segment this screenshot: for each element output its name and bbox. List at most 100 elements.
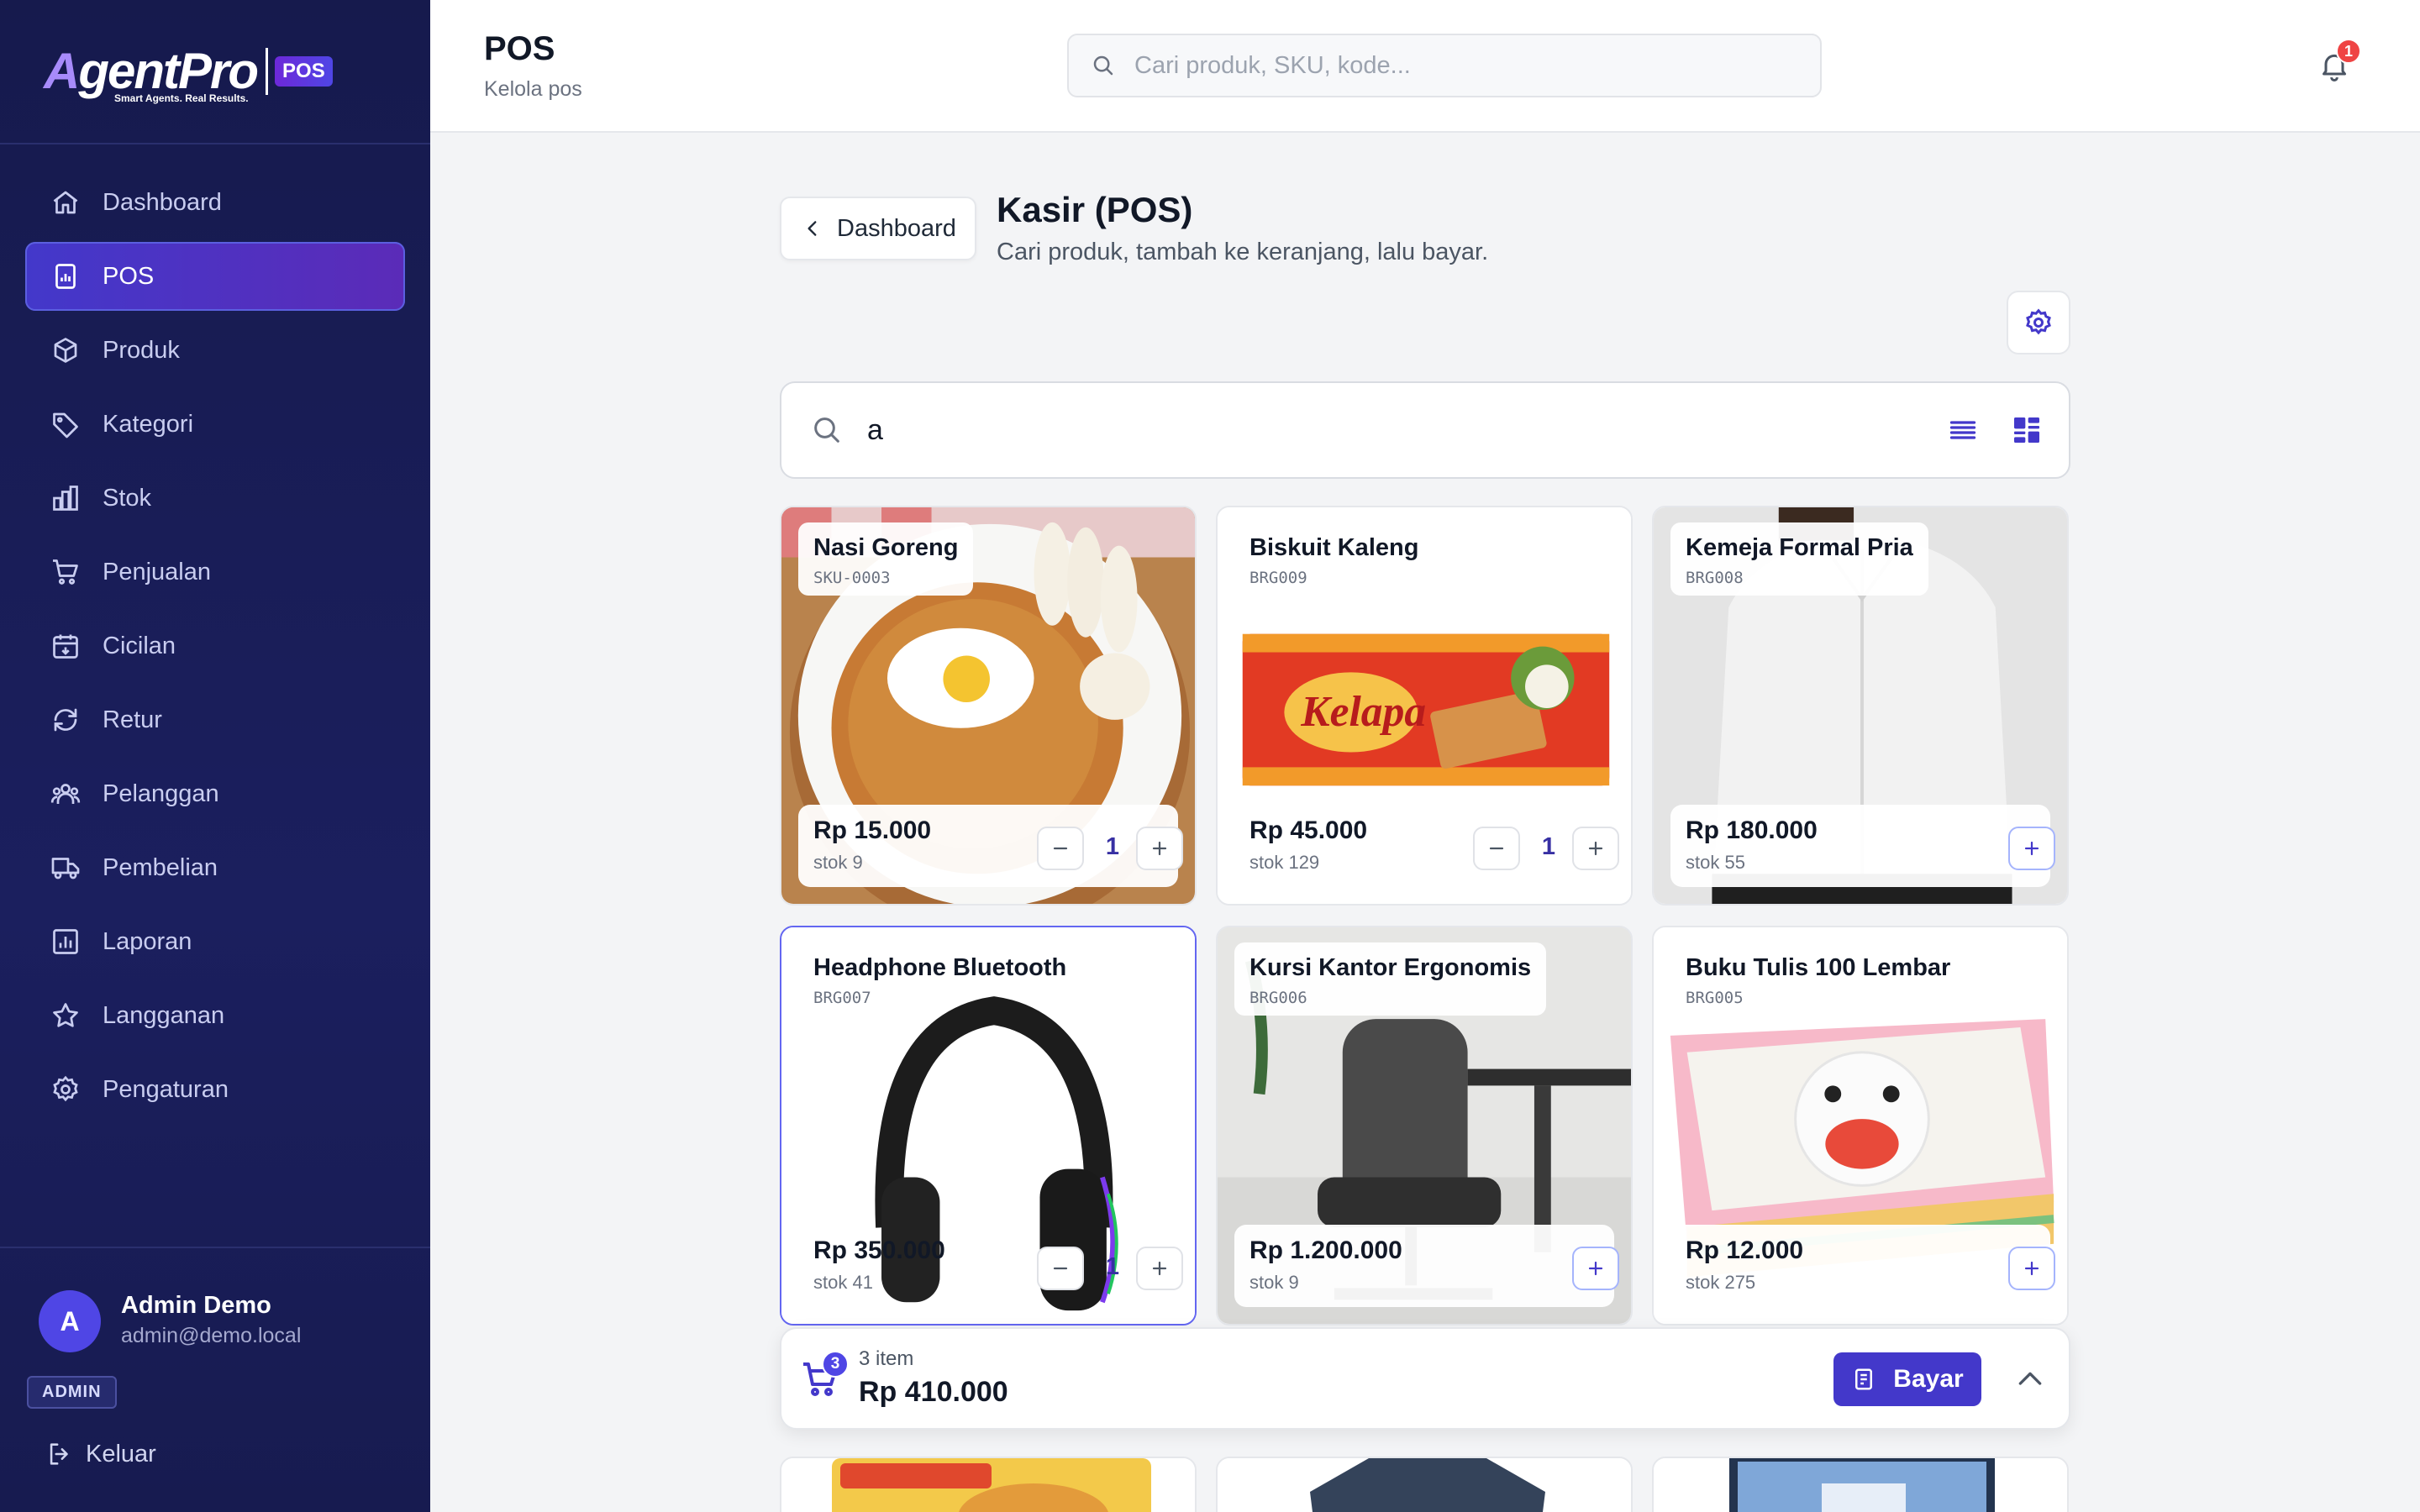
- back-to-dashboard-button[interactable]: Dashboard: [780, 197, 976, 260]
- sidebar-item-label: Kategori: [103, 410, 194, 438]
- product-image-laptop: [1654, 1458, 2067, 1512]
- star-icon: [49, 999, 82, 1032]
- pos-icon: [49, 260, 82, 293]
- gear-icon: [49, 1073, 82, 1106]
- product-card-biskuit-kaleng[interactable]: Kelapa Biskuit Kaleng BRG009 Rp 45.000 s…: [1216, 506, 1633, 906]
- report-icon: [49, 925, 82, 958]
- sidebar-item-pos[interactable]: POS: [25, 242, 405, 311]
- product-price-bar: Rp 45.000 stok 129 1: [1234, 805, 1619, 887]
- product-card-partial[interactable]: [780, 1457, 1197, 1512]
- minus-icon: [1050, 1258, 1071, 1278]
- plus-icon: [1150, 838, 1170, 858]
- back-button-label: Dashboard: [837, 214, 956, 242]
- cart-total: Rp 410.000: [859, 1376, 1008, 1408]
- list-view-icon[interactable]: [1948, 415, 1978, 449]
- global-search[interactable]: [1067, 34, 1822, 97]
- plus-icon: [1150, 1258, 1170, 1278]
- cart-count-badge: 3: [822, 1351, 849, 1378]
- page-title: POS: [484, 30, 555, 67]
- sidebar-item-label: Penjualan: [103, 558, 211, 585]
- notification-count-badge: 1: [2336, 39, 2361, 64]
- product-card-nasi-goreng[interactable]: Nasi Goreng SKU-0003 Rp 15.000 stok 9 1: [780, 506, 1197, 906]
- sidebar-item-kategori[interactable]: Kategori: [25, 390, 405, 459]
- product-card-partial[interactable]: [1216, 1457, 1633, 1512]
- add-to-cart-button[interactable]: [2008, 1247, 2055, 1290]
- global-search-input[interactable]: [1134, 51, 1790, 80]
- product-qty: 1: [1541, 833, 1556, 860]
- bar-chart-icon: [49, 481, 82, 515]
- sidebar-item-retur[interactable]: Retur: [25, 685, 405, 754]
- product-name: Biskuit Kaleng: [1249, 534, 1419, 561]
- product-card-headphone-bluetooth[interactable]: Headphone Bluetooth BRG007 Rp 350.000 st…: [780, 926, 1197, 1326]
- sidebar-item-label: Pelanggan: [103, 780, 219, 807]
- grid-view-icon[interactable]: [2010, 413, 2044, 451]
- product-price-bar: Rp 180.000 stok 55: [1670, 805, 2055, 887]
- sidebar-item-dashboard[interactable]: Dashboard: [25, 168, 405, 237]
- add-to-cart-button[interactable]: [2008, 827, 2055, 870]
- product-price: Rp 350.000: [813, 1236, 945, 1264]
- add-to-cart-button[interactable]: [1572, 1247, 1619, 1290]
- product-card-kemeja-formal-pria[interactable]: Kemeja Formal Pria BRG008 Rp 180.000 sto…: [1652, 506, 2069, 906]
- sidebar-item-label: Dashboard: [103, 188, 222, 216]
- product-stock: stok 55: [1686, 852, 1745, 873]
- product-sku: BRG005: [1686, 989, 1744, 1007]
- cart-icon: [49, 555, 82, 589]
- sidebar-item-label: POS: [103, 262, 155, 290]
- pay-button[interactable]: Bayar: [1833, 1352, 1981, 1406]
- product-price: Rp 15.000: [813, 816, 932, 844]
- sidebar-item-label: Cicilan: [103, 632, 176, 659]
- decrease-qty-button[interactable]: [1037, 1247, 1084, 1290]
- product-search[interactable]: [780, 381, 2070, 479]
- product-card-kursi-kantor-ergonomis[interactable]: Kursi Kantor Ergonomis BRG006 Rp 1.200.0…: [1216, 926, 1633, 1326]
- increase-qty-button[interactable]: [1572, 827, 1619, 870]
- chevron-left-icon: [802, 218, 823, 239]
- chevron-up-icon[interactable]: [2013, 1362, 2047, 1400]
- sidebar-item-pengaturan[interactable]: Pengaturan: [25, 1055, 405, 1124]
- plus-icon: [2022, 838, 2042, 858]
- sidebar-footer: A Admin Demo admin@demo.local ADMIN Kelu…: [0, 1247, 430, 1512]
- product-name-box: Headphone Bluetooth BRG007: [798, 942, 1081, 1016]
- product-image-shirt: [1218, 1458, 1631, 1512]
- sidebar-item-langganan[interactable]: Langganan: [25, 981, 405, 1050]
- product-sku: BRG007: [813, 989, 871, 1007]
- product-stock: stok 275: [1686, 1272, 1756, 1293]
- plus-icon: [1586, 838, 1606, 858]
- sidebar-item-produk[interactable]: Produk: [25, 316, 405, 385]
- avatar[interactable]: A: [39, 1290, 101, 1352]
- product-card-partial[interactable]: [1652, 1457, 2069, 1512]
- sidebar-item-laporan[interactable]: Laporan: [25, 907, 405, 976]
- product-name-box: Kursi Kantor Ergonomis BRG006: [1234, 942, 1547, 1016]
- sidebar-item-pembelian[interactable]: Pembelian: [25, 833, 405, 902]
- product-price: Rp 180.000: [1686, 816, 1818, 844]
- product-name: Buku Tulis 100 Lembar: [1686, 954, 1951, 981]
- brand-separator: [266, 48, 269, 95]
- brand-name: AgentPro Smart Agents. Real Results.: [44, 43, 259, 104]
- notification-button[interactable]: 1: [2317, 39, 2361, 86]
- decrease-qty-button[interactable]: [1037, 827, 1084, 870]
- search-icon: [1091, 53, 1116, 78]
- sidebar-item-cicilan[interactable]: Cicilan: [25, 612, 405, 680]
- logout-label: Keluar: [86, 1440, 156, 1467]
- sidebar-item-stok[interactable]: Stok: [25, 464, 405, 533]
- product-image-noodles: [781, 1458, 1195, 1512]
- increase-qty-button[interactable]: [1136, 1247, 1183, 1290]
- product-search-input[interactable]: [867, 413, 1876, 447]
- top-bar: POS Kelola pos 1: [430, 0, 2420, 133]
- pos-settings-button[interactable]: [2007, 291, 2070, 354]
- decrease-qty-button[interactable]: [1473, 827, 1520, 870]
- product-name: Headphone Bluetooth: [813, 954, 1067, 981]
- product-sku: BRG009: [1249, 569, 1307, 587]
- logout-button[interactable]: Keluar: [45, 1440, 156, 1468]
- product-stock: stok 41: [813, 1272, 873, 1293]
- product-price: Rp 1.200.000: [1249, 1236, 1402, 1264]
- sidebar-item-penjualan[interactable]: Penjualan: [25, 538, 405, 606]
- sidebar-item-pelanggan[interactable]: Pelanggan: [25, 759, 405, 828]
- increase-qty-button[interactable]: [1136, 827, 1183, 870]
- brand-logo[interactable]: AgentPro Smart Agents. Real Results. POS: [44, 43, 333, 104]
- product-name: Kemeja Formal Pria: [1686, 534, 1913, 561]
- truck-icon: [49, 851, 82, 885]
- search-icon: [810, 413, 844, 447]
- product-name-box: Kemeja Formal Pria BRG008: [1670, 522, 1928, 596]
- product-card-buku-tulis[interactable]: Buku Tulis 100 Lembar BRG005 Rp 12.000 s…: [1652, 926, 2069, 1326]
- gear-icon: [2023, 307, 2054, 338]
